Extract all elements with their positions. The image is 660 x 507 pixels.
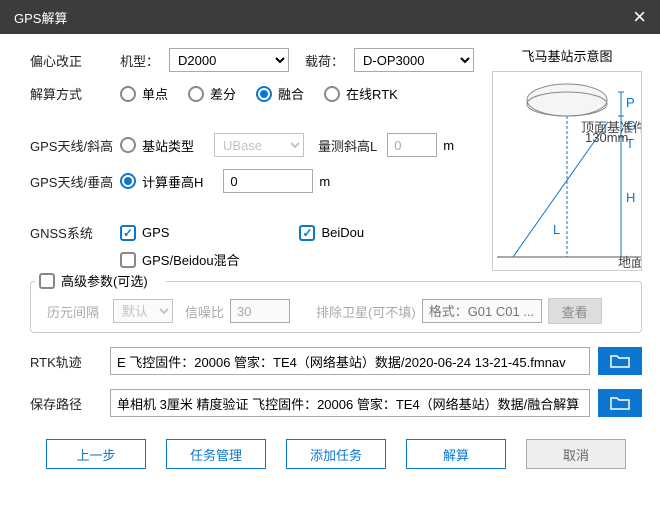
add-task-button[interactable]: 添加任务 <box>286 439 386 469</box>
ant-slant-label: GPS天线/斜高 <box>30 136 114 155</box>
base-station-diagram: L P G T H 130mm 顶面基准件 地面 <box>492 71 642 271</box>
task-mgr-button[interactable]: 任务管理 <box>166 439 266 469</box>
radio-base-type[interactable]: 基站类型 <box>120 136 194 155</box>
gnss-label: GNSS系统 <box>30 223 114 242</box>
slant-l-label: 量测斜高L <box>318 136 377 155</box>
check-mix[interactable]: GPS/Beidou混合 <box>120 250 240 269</box>
rtk-path-input[interactable]: E 飞控固件：20006 管家：TE4（网络基站）数据/2020-06-24 1… <box>110 347 590 375</box>
slant-unit: m <box>443 138 454 153</box>
excl-input <box>422 299 542 323</box>
ant-vert-label: GPS天线/垂高 <box>30 172 114 191</box>
prev-button[interactable]: 上一步 <box>46 439 146 469</box>
check-advanced[interactable]: 高级参数(可选) <box>39 271 148 290</box>
vert-unit: m <box>319 174 330 189</box>
solve-button[interactable]: 解算 <box>406 439 506 469</box>
close-icon[interactable]: × <box>627 4 652 30</box>
svg-text:L: L <box>553 222 560 237</box>
snr-label: 信噪比 <box>185 302 224 321</box>
titlebar: GPS解算 × <box>0 0 660 34</box>
load-label: 载荷： <box>305 51 344 70</box>
save-browse-button[interactable] <box>598 389 642 417</box>
model-label: 机型： <box>120 51 159 70</box>
rtk-path-label: RTK轨迹 <box>30 352 102 371</box>
ubase-select: UBase <box>214 133 304 157</box>
slant-input <box>387 133 437 157</box>
svg-text:地面: 地面 <box>618 255 641 270</box>
save-path-input[interactable]: 单相机 3厘米 精度验证 飞控固件：20006 管家：TE4（网络基站）数据/融… <box>110 389 590 417</box>
svg-text:H: H <box>626 190 635 205</box>
check-gps[interactable]: GPS <box>120 225 169 241</box>
method-label: 解算方式 <box>30 84 114 103</box>
epoch-select: 默认 <box>113 299 173 323</box>
svg-text:P: P <box>626 95 635 110</box>
view-button: 查看 <box>548 298 602 324</box>
radio-single[interactable]: 单点 <box>120 84 168 103</box>
epoch-label: 历元间隔 <box>47 302 107 321</box>
rtk-browse-button[interactable] <box>598 347 642 375</box>
advanced-group: 高级参数(可选) 历元间隔 默认 信噪比 排除卫星(可不填) 查看 <box>30 281 642 333</box>
radio-rtk[interactable]: 在线RTK <box>324 84 398 103</box>
save-path-label: 保存路径 <box>30 394 102 413</box>
window-title: GPS解算 <box>14 8 67 27</box>
folder-icon <box>610 353 630 369</box>
diagram-panel: 飞马基站示意图 L P G T H 130mm 顶面基准件 地面 <box>492 46 642 271</box>
excl-label: 排除卫星(可不填) <box>316 302 416 321</box>
radio-diff[interactable]: 差分 <box>188 84 236 103</box>
diagram-title: 飞马基站示意图 <box>492 46 642 65</box>
model-select[interactable]: D2000 <box>169 48 289 72</box>
radio-calc-h[interactable]: 计算垂高H <box>120 172 203 191</box>
cancel-button[interactable]: 取消 <box>526 439 626 469</box>
snr-input <box>230 299 290 323</box>
folder-icon <box>610 395 630 411</box>
check-beidou[interactable]: BeiDou <box>299 225 364 241</box>
offset-label: 偏心改正 <box>30 51 114 70</box>
svg-text:顶面基准件: 顶面基准件 <box>581 120 641 135</box>
vert-h-input[interactable] <box>223 169 313 193</box>
load-select[interactable]: D-OP3000 <box>354 48 474 72</box>
radio-fusion[interactable]: 融合 <box>256 84 304 103</box>
